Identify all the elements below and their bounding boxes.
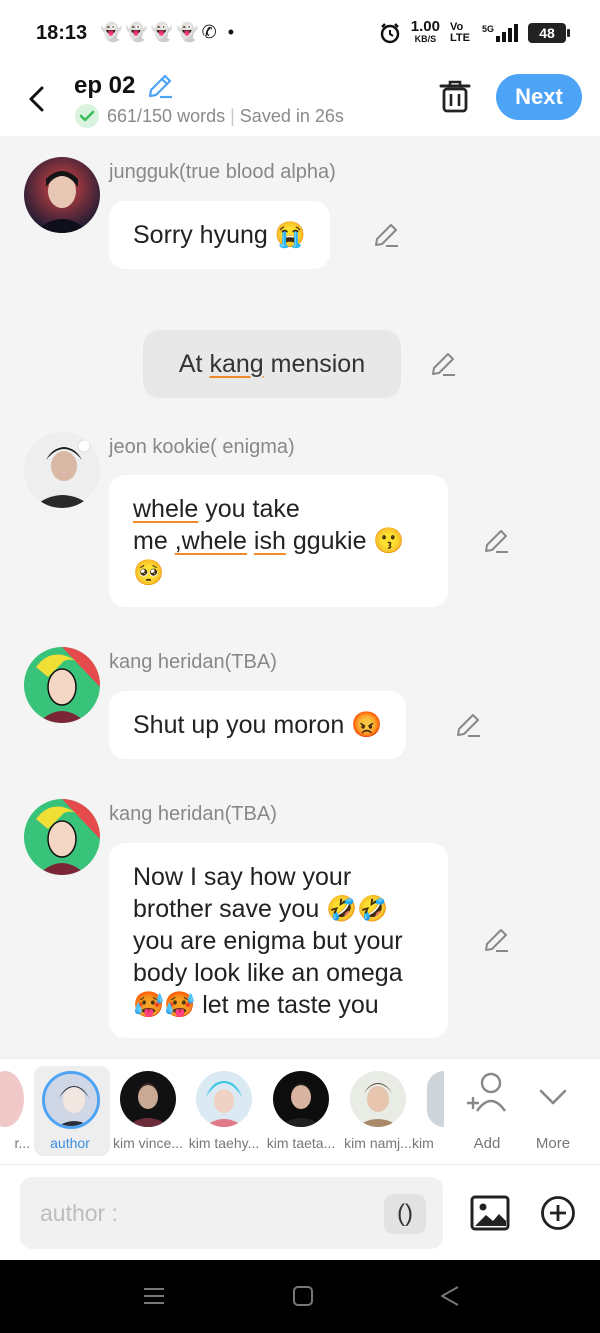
add-label: Add <box>473 1135 501 1152</box>
character-label: author <box>50 1135 90 1151</box>
narration-text: At kang mension <box>179 350 365 379</box>
narration-bubble[interactable]: At kang mension <box>143 330 401 398</box>
narration-part: At <box>178 349 210 378</box>
editor-header: ep 02 661/150 words | Saved in 26s Next <box>0 66 600 136</box>
saved-time: Saved in 26s <box>239 106 344 126</box>
character-label: kim namj... <box>344 1135 412 1151</box>
character-avatar[interactable] <box>427 1071 444 1127</box>
character-avatar[interactable] <box>42 1071 100 1129</box>
avatar-image <box>196 1071 252 1127</box>
composer: () <box>0 1164 600 1260</box>
pencil-icon[interactable] <box>454 711 482 739</box>
character-label: kim vince... <box>112 1135 183 1151</box>
message-word: ,whele <box>174 527 247 555</box>
network-label: 5G <box>481 23 494 34</box>
status-bar: 18:13 👻👻👻👻✆ • 1.00 KB/S Vo LTE 5G 48 <box>0 0 600 66</box>
character-name: jeon kookie( enigma) <box>109 436 295 458</box>
save-status: 661/150 words | Saved in 26s <box>107 106 344 127</box>
message-line: Shut up you moron 😡 <box>133 711 383 739</box>
avatar-image <box>24 799 100 875</box>
avatar[interactable] <box>24 157 100 233</box>
add-person-icon <box>467 1072 506 1112</box>
check-icon <box>75 104 99 128</box>
character-bar: r... author kim vince... kim taehy... ki… <box>0 1058 600 1165</box>
word-count: 661/150 words <box>107 106 226 126</box>
message-line: you are enigma but your <box>133 927 403 955</box>
speed-unit: KB/S <box>414 34 437 44</box>
status-time: 18:13 <box>36 22 88 44</box>
plus-circle-icon[interactable] <box>540 1195 576 1231</box>
notification-icons: 👻👻👻👻✆ • <box>100 22 238 42</box>
pencil-icon[interactable] <box>429 350 457 378</box>
more-label: More <box>535 1135 571 1152</box>
trash-icon[interactable] <box>438 78 472 114</box>
pencil-icon[interactable] <box>146 72 174 100</box>
home-square-icon[interactable] <box>291 1284 315 1308</box>
avatar[interactable] <box>24 432 100 508</box>
character-avatar[interactable] <box>350 1071 406 1127</box>
parentheses-button[interactable]: () <box>384 1194 426 1234</box>
character-name: kang heridan(TBA) <box>109 651 277 673</box>
character-label: r... <box>14 1135 30 1151</box>
more-button[interactable]: More <box>523 1067 583 1157</box>
alarm-icon <box>380 22 400 43</box>
back-icon[interactable] <box>20 82 54 116</box>
avatar[interactable] <box>24 647 100 723</box>
avatar-image <box>350 1071 406 1127</box>
message-bubble[interactable]: Now I say how your brother save you 🤣🤣 y… <box>109 843 448 1038</box>
next-button[interactable]: Next <box>496 74 582 120</box>
chevron-down-icon <box>539 1089 567 1105</box>
network-speed: 1.00 KB/S <box>410 18 440 45</box>
message-line: brother save you 🤣🤣 <box>133 895 389 923</box>
network-type: 5G <box>481 23 518 42</box>
back-triangle-icon[interactable] <box>438 1284 462 1308</box>
message-line: 🥺 <box>133 559 165 587</box>
menu-icon[interactable] <box>142 1284 166 1308</box>
character-name: kang heridan(TBA) <box>109 803 277 825</box>
avatar-image <box>24 157 100 233</box>
message-bubble[interactable]: Shut up you moron 😡 <box>109 691 407 759</box>
system-nav-bar <box>0 1260 600 1333</box>
narration-part: mension <box>263 349 366 378</box>
character-avatar[interactable] <box>0 1071 24 1127</box>
narration-part: kang <box>209 349 264 378</box>
character-avatar[interactable] <box>196 1071 252 1127</box>
pencil-icon[interactable] <box>372 221 400 249</box>
pencil-icon[interactable] <box>482 527 510 555</box>
status-right: 1.00 KB/S Vo LTE 5G 48 <box>379 18 570 45</box>
character-label: kim taehy... <box>188 1135 260 1151</box>
avatar-image <box>24 432 100 508</box>
message-bubble[interactable]: Sorry hyung 😭 <box>109 201 330 269</box>
character-label: kim taeta... <box>266 1135 336 1151</box>
message-line: whele you take <box>133 495 300 523</box>
battery-icon: 48 <box>528 22 570 43</box>
message-bubble[interactable]: whele you take me ,whele ish ggukie 😗 🥺 <box>109 475 448 607</box>
message-word: whele <box>133 495 199 523</box>
character-avatar[interactable] <box>120 1071 176 1127</box>
avatar-image <box>273 1071 329 1127</box>
message-line: Sorry hyung 😭 <box>133 221 306 249</box>
character-name: jungguk(true blood alpha) <box>109 161 336 183</box>
status-divider: | <box>230 106 240 126</box>
message-line: body look like an omega <box>133 959 403 987</box>
character-label: kim <box>412 1135 434 1151</box>
message-line: 🥵🥵 let me taste you <box>133 991 379 1019</box>
message-line: me ,whele ish ggukie 😗 <box>133 527 405 555</box>
speed-value: 1.00 <box>410 18 440 35</box>
add-character-button[interactable]: Add <box>457 1067 517 1157</box>
fade-edge <box>444 1059 458 1165</box>
episode-title: ep 02 <box>74 72 136 99</box>
pencil-icon[interactable] <box>482 926 510 954</box>
volte-label: Vo LTE <box>449 20 470 44</box>
avatar-image <box>24 647 100 723</box>
message-input[interactable] <box>20 1177 443 1249</box>
message-line: Now I say how your <box>133 863 352 891</box>
character-avatar[interactable] <box>273 1071 329 1127</box>
avatar-image <box>120 1071 176 1127</box>
signal-icon <box>496 23 518 42</box>
avatar[interactable] <box>24 799 100 875</box>
message-word: ish <box>253 527 286 555</box>
image-icon[interactable] <box>470 1195 510 1231</box>
